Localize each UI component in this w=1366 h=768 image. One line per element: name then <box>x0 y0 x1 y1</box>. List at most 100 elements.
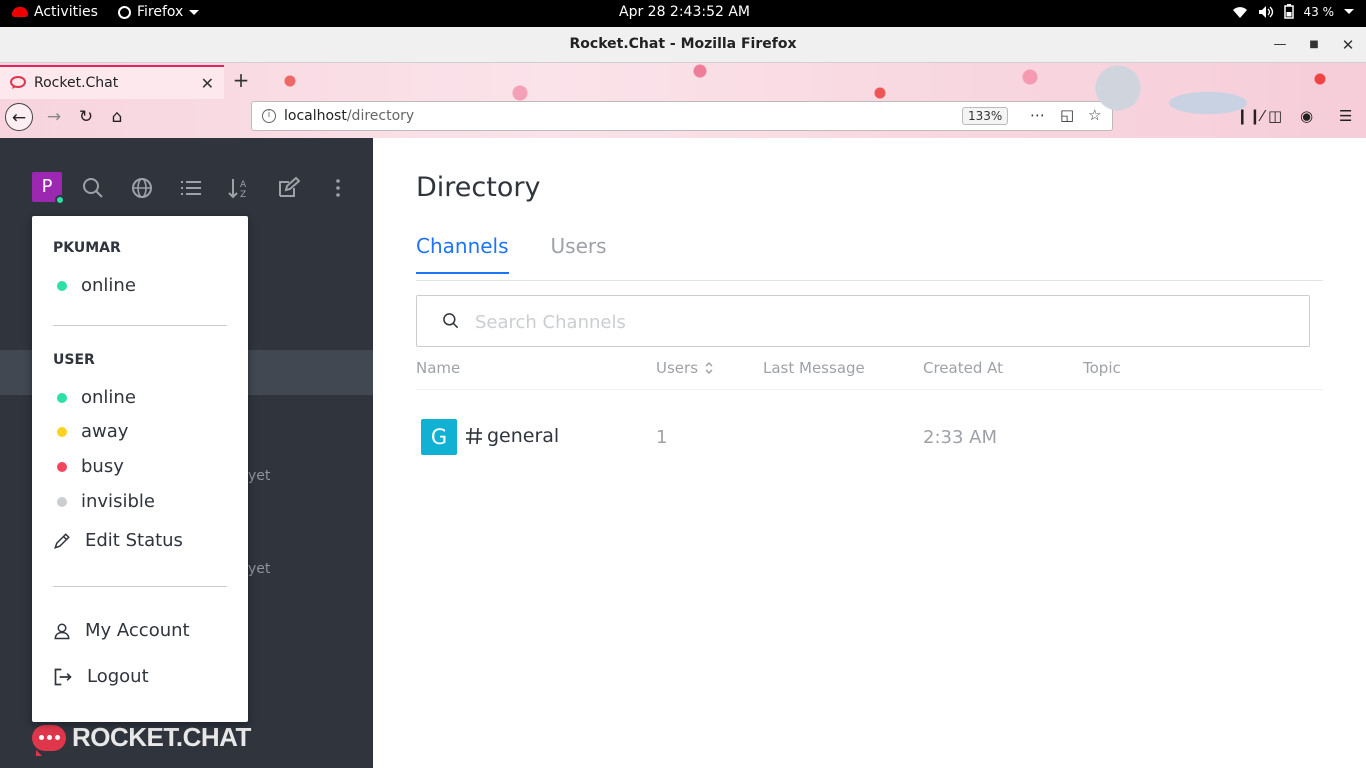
channel-created-at: 2:33 AM <box>923 427 997 448</box>
sidebar-toggle-icon[interactable]: ◫ <box>1268 107 1282 125</box>
app-menu-label: Firefox <box>137 4 184 20</box>
os-top-bar: Activities Firefox Apr 28 2:43:52 AM 43 … <box>0 0 1366 27</box>
logout-label: Logout <box>87 666 149 687</box>
logout-icon <box>54 668 72 685</box>
maximize-button[interactable]: ■ <box>1304 35 1324 55</box>
table-header-divider <box>416 389 1323 390</box>
my-account-button[interactable]: My Account <box>53 620 190 641</box>
column-header-last-message[interactable]: Last Message <box>763 359 865 377</box>
current-status-label: online <box>81 275 136 296</box>
back-button[interactable]: ← <box>5 103 33 131</box>
svg-text:Z: Z <box>240 190 246 200</box>
activities-button[interactable]: Activities <box>12 4 98 20</box>
hamburger-menu-icon[interactable]: ☰ <box>1339 107 1352 125</box>
logo-text: ROCKET.CHAT <box>72 722 251 752</box>
my-account-label: My Account <box>85 620 190 641</box>
rocketchat-favicon-icon <box>10 76 26 89</box>
home-button[interactable]: ⌂ <box>103 103 131 131</box>
chevron-down-icon <box>189 9 200 15</box>
status-option-busy[interactable]: busy <box>53 456 124 477</box>
avatar[interactable]: P <box>32 172 65 205</box>
status-option-invisible[interactable]: invisible <box>53 491 155 512</box>
tabs-divider <box>416 280 1323 281</box>
column-header-name[interactable]: Name <box>416 359 460 377</box>
new-tab-button[interactable]: + <box>230 69 252 91</box>
status-dot <box>57 280 67 291</box>
globe-icon[interactable] <box>130 176 154 200</box>
tab-users[interactable]: Users <box>551 234 607 274</box>
search-icon <box>443 313 459 329</box>
activities-label: Activities <box>34 4 98 20</box>
close-tab-icon[interactable]: ✕ <box>201 74 214 93</box>
window-title: Rocket.Chat - Mozilla Firefox <box>569 36 797 52</box>
volume-icon <box>1258 5 1273 18</box>
channel-users-count: 1 <box>656 427 668 448</box>
search-input[interactable] <box>475 308 1275 336</box>
svg-text:A: A <box>240 180 247 190</box>
url-host: localhost <box>284 108 347 124</box>
account-icon[interactable]: ◉ <box>1300 107 1313 125</box>
clock[interactable]: Apr 28 2:43:52 AM <box>619 4 750 20</box>
menu-divider <box>53 586 227 587</box>
page-title: Directory <box>416 172 541 203</box>
browser-toolbar: Rocket.Chat ✕ + ← → ↻ ⌂ i localhost/dire… <box>0 63 1366 138</box>
site-info-icon[interactable]: i <box>262 109 276 123</box>
directory-page: Directory Channels Users Name Users Last… <box>373 138 1366 768</box>
url-text[interactable]: localhost/directory <box>284 108 414 124</box>
sort-arrows-icon <box>705 361 713 375</box>
url-bar[interactable]: i localhost/directory 133% ⋯ ◱ ☆ <box>251 101 1113 131</box>
reload-button[interactable]: ↻ <box>72 103 100 131</box>
user-status-menu: PKUMAR online USER online away busy invi… <box>32 216 248 722</box>
library-icon[interactable]: ❙❙⁄ <box>1236 107 1264 125</box>
table-row[interactable]: G general 1 2:33 AM <box>416 419 1323 457</box>
menu-divider <box>53 325 227 326</box>
create-new-icon[interactable] <box>276 176 300 200</box>
window-titlebar: Rocket.Chat - Mozilla Firefox — ■ ✕ <box>0 27 1366 63</box>
status-option-label: away <box>81 421 129 442</box>
minimize-button[interactable]: — <box>1270 35 1290 55</box>
more-options-icon[interactable] <box>326 176 350 200</box>
menu-section-user: USER <box>53 352 95 368</box>
browser-tab[interactable]: Rocket.Chat ✕ <box>0 65 224 99</box>
tab-channels[interactable]: Channels <box>416 234 509 274</box>
close-window-button[interactable]: ✕ <box>1338 35 1358 55</box>
search-icon[interactable] <box>81 176 105 200</box>
battery-icon <box>1283 4 1294 19</box>
page-actions-icon[interactable]: ⋯ <box>1030 106 1045 124</box>
sidebar-toolbar: P <box>32 172 65 205</box>
status-dot <box>57 461 67 472</box>
rocketchat-logo: ROCKET.CHAT <box>32 722 251 756</box>
status-option-label: invisible <box>81 491 155 512</box>
status-option-away[interactable]: away <box>53 421 128 442</box>
column-header-topic[interactable]: Topic <box>1083 359 1121 377</box>
column-header-users[interactable]: Users <box>656 359 714 377</box>
pencil-icon <box>54 532 70 549</box>
status-dot <box>57 496 67 507</box>
status-option-online[interactable]: online <box>53 387 136 408</box>
status-option-label: online <box>81 387 136 408</box>
avatar-letter: P <box>41 176 53 197</box>
column-header-created-at[interactable]: Created At <box>923 359 1003 377</box>
logout-button[interactable]: Logout <box>53 666 149 687</box>
channel-search-box <box>416 295 1310 347</box>
system-tray[interactable]: 43 % <box>1232 4 1354 19</box>
edit-status-button[interactable]: Edit Status <box>53 530 183 551</box>
sidebar-faint-text: yet <box>248 561 271 577</box>
app-menu[interactable]: Firefox <box>118 4 200 20</box>
current-status: online <box>53 275 136 296</box>
online-status-dot <box>55 195 65 205</box>
forward-button[interactable]: → <box>40 103 68 131</box>
edit-status-label: Edit Status <box>85 530 183 551</box>
zoom-level[interactable]: 133% <box>962 107 1009 125</box>
sort-icon[interactable]: AZ <box>227 176 251 200</box>
list-view-icon[interactable] <box>179 176 203 200</box>
user-icon <box>54 623 70 639</box>
hashtag-icon <box>466 427 482 445</box>
rocketchat-logo-icon <box>32 724 66 756</box>
wifi-icon <box>1232 6 1247 18</box>
directory-tabs: Channels Users <box>416 234 607 274</box>
sidebar-faint-text: yet <box>248 468 271 484</box>
tab-title: Rocket.Chat <box>34 75 119 91</box>
channel-name: general <box>487 425 560 447</box>
menu-username: PKUMAR <box>53 240 121 256</box>
